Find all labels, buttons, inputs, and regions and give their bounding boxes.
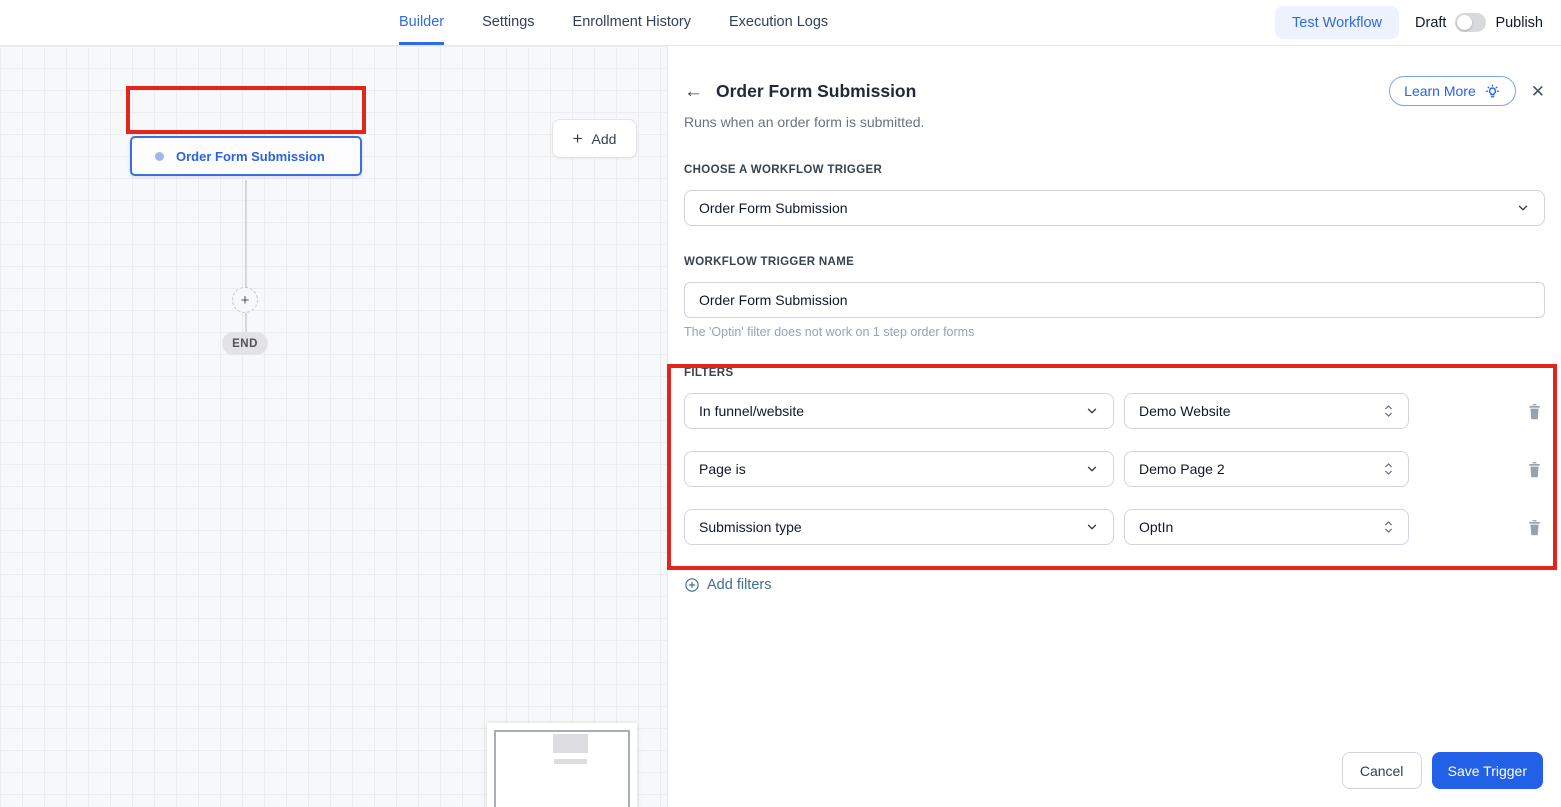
trash-icon (1528, 461, 1540, 477)
end-badge: END (222, 332, 268, 355)
publish-label: Publish (1495, 14, 1543, 31)
topbar-actions: Test Workflow Draft Publish (1275, 0, 1543, 45)
filter-field-select[interactable]: Submission type (684, 509, 1114, 545)
plus-circle-icon (685, 578, 699, 592)
chevron-up-down-icon (1383, 461, 1394, 477)
draft-publish-control: Draft Publish (1415, 13, 1543, 32)
filter-field-value: In funnel/website (699, 403, 805, 419)
filter-row: In funnel/website Demo Website (684, 393, 1545, 429)
name-helper-text: The 'Optin' filter does not work on 1 st… (684, 325, 975, 339)
publish-toggle[interactable] (1455, 13, 1487, 32)
top-navigation-bar: Builder Settings Enrollment History Exec… (0, 0, 1561, 46)
draft-label: Draft (1415, 14, 1447, 31)
trigger-section-label: CHOOSE A WORKFLOW TRIGGER (684, 164, 883, 176)
node-status-dot-icon (155, 151, 164, 161)
trigger-node-order-form-submission[interactable]: Order Form Submission (130, 136, 362, 176)
filter-field-value: Submission type (699, 519, 802, 535)
canvas-minimap[interactable] (487, 723, 637, 807)
workflow-canvas[interactable]: Order Form Submission + END + Add (0, 46, 667, 807)
filter-field-select[interactable]: In funnel/website (684, 393, 1114, 429)
add-button-label: Add (591, 130, 617, 147)
filter-value-select[interactable]: OptIn (1124, 509, 1409, 545)
workflow-builder-page: Builder Settings Enrollment History Exec… (0, 0, 1561, 807)
filter-field-select[interactable]: Page is (684, 451, 1114, 487)
tab-execution-logs[interactable]: Execution Logs (729, 0, 828, 45)
save-trigger-button[interactable]: Save Trigger (1431, 752, 1543, 789)
minimap-node (553, 734, 588, 753)
cancel-button[interactable]: Cancel (1341, 752, 1422, 789)
trash-icon (1528, 403, 1540, 419)
canvas-add-button[interactable]: + Add (552, 119, 637, 158)
filter-field-value: Page is (699, 461, 746, 477)
chevron-down-icon (1516, 201, 1530, 215)
tab-builder[interactable]: Builder (399, 0, 445, 45)
add-step-button[interactable]: + (232, 287, 258, 313)
filter-value-select[interactable]: Demo Website (1124, 393, 1409, 429)
workflow-trigger-select[interactable]: Order Form Submission (684, 190, 1545, 226)
panel-footer: Cancel Save Trigger (1341, 752, 1543, 789)
learn-more-button[interactable]: Learn More (1389, 76, 1516, 106)
node-label: Order Form Submission (176, 148, 325, 164)
panel-header: ← Order Form Submission Learn More ✕ (684, 76, 1545, 106)
trigger-name-input[interactable] (684, 282, 1545, 318)
delete-filter-button[interactable] (1523, 516, 1545, 538)
delete-filter-button[interactable] (1523, 400, 1545, 422)
name-section-label: WORKFLOW TRIGGER NAME (684, 256, 855, 268)
plus-icon: + (572, 128, 583, 148)
chevron-down-icon (1085, 462, 1099, 476)
workflow-tabs: Builder Settings Enrollment History Exec… (399, 0, 828, 45)
filter-row: Page is Demo Page 2 (684, 451, 1545, 487)
test-workflow-button[interactable]: Test Workflow (1275, 6, 1400, 39)
panel-subtitle: Runs when an order form is submitted. (684, 114, 925, 130)
close-icon[interactable]: ✕ (1531, 83, 1545, 100)
lightbulb-icon (1485, 84, 1499, 97)
filter-value: Demo Website (1139, 403, 1231, 419)
learn-more-label: Learn More (1404, 83, 1476, 99)
trash-icon (1528, 519, 1540, 535)
minimap-connector (554, 759, 587, 764)
delete-filter-button[interactable] (1523, 458, 1545, 480)
chevron-down-icon (1085, 520, 1099, 534)
filter-value: OptIn (1139, 519, 1174, 535)
minimap-viewport (494, 730, 630, 807)
filters-section-label: FILTERS (684, 367, 734, 379)
add-filters-link[interactable]: Add filters (684, 577, 771, 593)
trigger-config-panel: ← Order Form Submission Learn More ✕ Run… (667, 46, 1561, 807)
filter-row: Submission type OptIn (684, 509, 1545, 545)
chevron-down-icon (1085, 404, 1099, 418)
toggle-knob (1457, 15, 1473, 30)
add-filters-label: Add filters (707, 577, 772, 593)
chevron-up-down-icon (1383, 403, 1394, 419)
panel-title: Order Form Submission (716, 80, 917, 101)
back-arrow-icon[interactable]: ← (684, 82, 703, 101)
chevron-up-down-icon (1383, 519, 1394, 535)
tab-settings[interactable]: Settings (482, 0, 534, 45)
panel-header-actions: Learn More ✕ (1389, 76, 1545, 106)
trigger-select-value: Order Form Submission (699, 200, 848, 216)
tab-enrollment-history[interactable]: Enrollment History (573, 0, 691, 45)
plus-icon: + (240, 291, 250, 309)
filter-value-select[interactable]: Demo Page 2 (1124, 451, 1409, 487)
filter-value: Demo Page 2 (1139, 461, 1225, 477)
